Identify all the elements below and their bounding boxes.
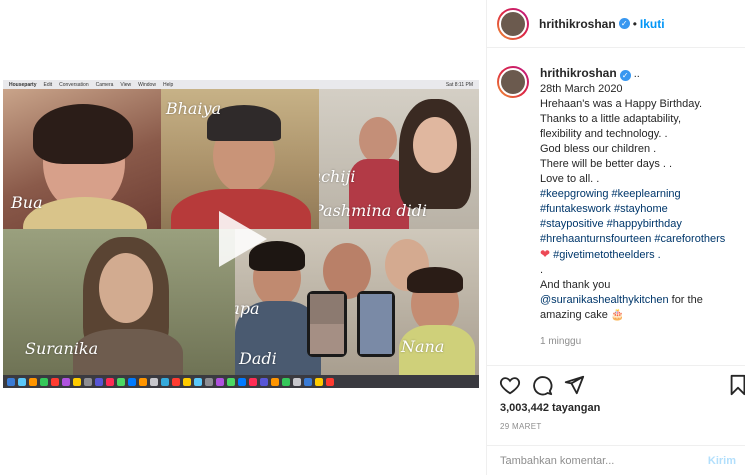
label-chachiji: Chachiji bbox=[319, 167, 356, 186]
caption-text: for the bbox=[668, 294, 703, 306]
menubar-clock: Sat 8:11 PM bbox=[445, 81, 473, 88]
play-button[interactable] bbox=[219, 211, 267, 267]
caption-text: .. bbox=[633, 68, 640, 80]
verified-badge-icon: ✓ bbox=[619, 70, 631, 81]
comment-input[interactable]: Tambahkan komentar... bbox=[500, 455, 614, 467]
label-bua: Bua bbox=[11, 193, 43, 212]
post-comment-button[interactable]: Kirim bbox=[708, 455, 736, 467]
caption-username[interactable]: hrithikroshan bbox=[540, 66, 617, 80]
person-figure bbox=[359, 117, 397, 163]
verified-badge-icon: ✓ bbox=[618, 18, 630, 29]
hashtag-link[interactable]: #funtakeswork #stayhome bbox=[540, 202, 725, 217]
mac-menubar: Houseparty Edit Conversation Camera View… bbox=[3, 80, 479, 89]
label-nana: Nana bbox=[401, 337, 445, 356]
video-tile-bua: Bua bbox=[3, 89, 161, 229]
like-heart-icon[interactable] bbox=[499, 374, 521, 396]
caption-text: Thanks to a little adaptability, bbox=[540, 113, 682, 125]
menubar-item: Window bbox=[138, 81, 156, 88]
video-tile-suranika: Suranika bbox=[3, 229, 235, 375]
hashtag-link[interactable]: #hrehaanturnsfourteen #careforothers bbox=[540, 232, 725, 247]
person-hair bbox=[407, 267, 463, 293]
heart-emoji-icon: ❤ bbox=[540, 247, 551, 261]
share-icon[interactable] bbox=[563, 374, 585, 396]
caption-text: 28th March 2020 bbox=[540, 83, 623, 95]
post-time[interactable]: 1 minggu bbox=[540, 334, 725, 349]
follow-button[interactable]: Ikuti bbox=[640, 17, 665, 31]
label-dadi: Dadi bbox=[239, 349, 277, 368]
hashtag-link[interactable]: #staypositive #happybirthday bbox=[540, 217, 725, 232]
bookmark-icon[interactable] bbox=[727, 374, 745, 396]
person-figure bbox=[413, 117, 457, 173]
menubar-item: Conversation bbox=[59, 81, 89, 88]
phone-screen bbox=[307, 291, 347, 357]
action-bar bbox=[487, 365, 745, 403]
post-panel: hrithikroshan ✓ • Ikuti hrithikroshan ✓ .… bbox=[486, 0, 745, 475]
media-area: Houseparty Edit Conversation Camera View… bbox=[0, 0, 486, 475]
caption-text: God bless our children . bbox=[540, 143, 657, 155]
person-figure bbox=[99, 253, 153, 323]
avatar[interactable] bbox=[497, 66, 529, 98]
caption-text: And thank you bbox=[540, 279, 611, 291]
mention-link[interactable]: @suranikashealthykitchen bbox=[540, 294, 669, 306]
video-tile-esha: Esha Bhaiya bbox=[161, 89, 319, 229]
post-date[interactable]: 29 MARET bbox=[500, 422, 542, 431]
menubar-app-name: Houseparty bbox=[9, 81, 37, 88]
video-tile-family: Guddu papa Dadi Nana bbox=[235, 229, 479, 375]
header-username[interactable]: hrithikroshan bbox=[539, 17, 616, 31]
person-hair bbox=[33, 104, 133, 164]
phone-screen bbox=[357, 291, 395, 357]
hashtag-link[interactable]: #keepgrowing #keeplearning bbox=[540, 187, 725, 202]
caption-text: flexibility and technology. . bbox=[540, 128, 668, 140]
caption-text: There will be better days . . bbox=[540, 158, 673, 170]
comment-box: Tambahkan komentar... Kirim bbox=[487, 445, 745, 475]
label-guddu: Guddu papa bbox=[235, 299, 260, 318]
avatar[interactable] bbox=[497, 7, 529, 40]
menubar-item: Help bbox=[162, 81, 174, 88]
post-caption: hrithikroshan ✓ .. 28th March 2020 Hrehaa… bbox=[497, 66, 742, 349]
caption-text: . bbox=[540, 264, 544, 276]
view-count[interactable]: 3,003,442 tayangan bbox=[500, 402, 600, 414]
menubar-item: View bbox=[120, 81, 132, 88]
video-tile-chachiji-pashmina: Chachiji Pashmina didi bbox=[319, 89, 479, 229]
menubar-item: Edit bbox=[43, 81, 53, 88]
comment-icon[interactable] bbox=[531, 374, 553, 396]
caption-text: Love to all. . bbox=[540, 173, 600, 185]
label-esha: Esha Bhaiya bbox=[161, 99, 222, 118]
menubar-item: Camera bbox=[95, 81, 114, 88]
mac-dock bbox=[3, 375, 479, 388]
label-suranika: Suranika bbox=[25, 339, 99, 358]
post-header: hrithikroshan ✓ • Ikuti bbox=[487, 0, 745, 48]
caption-text: amazing cake 🎂 bbox=[540, 309, 625, 321]
video-player[interactable]: Houseparty Edit Conversation Camera View… bbox=[3, 80, 479, 388]
header-separator: • bbox=[632, 16, 637, 31]
hashtag-link[interactable]: #givetimetotheelders . bbox=[553, 249, 661, 261]
caption-text: Hrehaan's was a Happy Birthday. bbox=[540, 98, 703, 110]
label-pashmina: Pashmina didi bbox=[319, 201, 428, 220]
